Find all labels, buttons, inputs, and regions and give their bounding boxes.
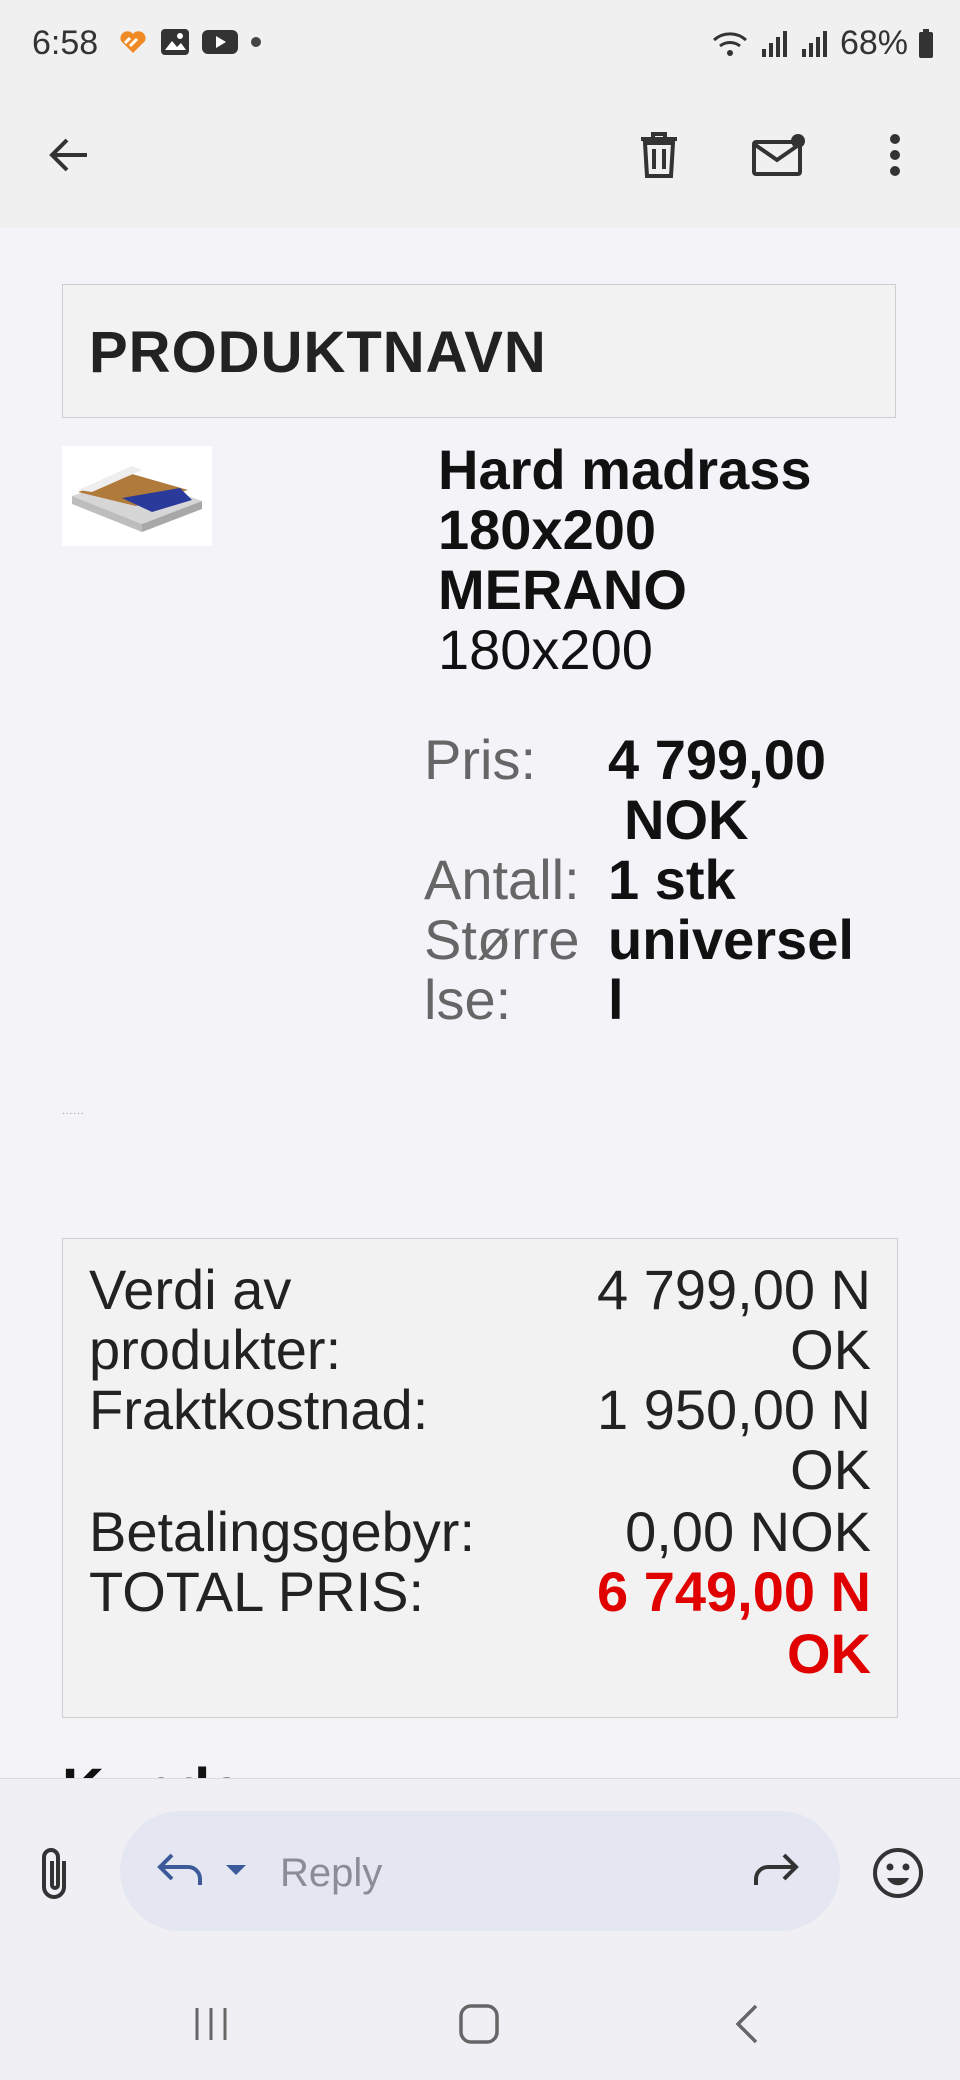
attach-icon[interactable] bbox=[34, 1843, 74, 1908]
product-name-line2: 180x200 bbox=[438, 498, 657, 561]
image-icon bbox=[161, 29, 189, 55]
signal-2-icon bbox=[801, 30, 827, 57]
reply-field[interactable]: Reply bbox=[120, 1811, 840, 1931]
next-section-heading: Kunde bbox=[62, 1756, 242, 1778]
app-bar bbox=[0, 90, 960, 228]
separator-dots: ...... bbox=[62, 1106, 85, 1117]
size-label-line1: Større bbox=[424, 908, 580, 971]
shipping-label: Fraktkostnad: bbox=[89, 1378, 429, 1441]
price-value-line2: NOK bbox=[624, 788, 749, 851]
product-name-header: PRODUKTNAVN bbox=[62, 284, 896, 418]
price-value-line1: 4 799,00 bbox=[608, 728, 826, 791]
heart-app-icon bbox=[120, 31, 146, 53]
battery-percent: 68% bbox=[839, 24, 908, 62]
payment-fee-value: 0,00 NOK bbox=[625, 1500, 871, 1563]
order-summary-box: Verdi av produkter: 4 799,00 N OK Fraktk… bbox=[62, 1238, 898, 1718]
product-name-line1: Hard madrass bbox=[438, 438, 812, 501]
reply-bar: Reply bbox=[0, 1778, 960, 1965]
back-icon[interactable] bbox=[712, 1994, 782, 2054]
shipping-value-line2: OK bbox=[790, 1438, 871, 1501]
products-value-line2: OK bbox=[790, 1318, 871, 1381]
youtube-icon bbox=[202, 30, 238, 54]
reply-placeholder: Reply bbox=[280, 1851, 383, 1895]
product-header-label: PRODUKTNAVN bbox=[89, 320, 547, 385]
emoji-icon[interactable] bbox=[872, 1847, 924, 1904]
dropdown-icon[interactable] bbox=[224, 1863, 248, 1882]
battery-icon bbox=[919, 28, 933, 58]
product-variant: 180x200 bbox=[438, 618, 653, 681]
status-time: 6:58 bbox=[32, 24, 99, 62]
products-label-line2: produkter: bbox=[89, 1318, 342, 1381]
notification-icons bbox=[118, 28, 262, 56]
forward-icon[interactable] bbox=[752, 1849, 802, 1894]
quantity-label: Antall: bbox=[424, 848, 580, 911]
payment-fee-label: Betalingsgebyr: bbox=[89, 1500, 476, 1563]
more-vert-icon[interactable] bbox=[860, 120, 930, 190]
status-right: 68% bbox=[710, 24, 934, 63]
total-price-value-line2: OK bbox=[787, 1622, 871, 1685]
quantity-value: 1 stk bbox=[608, 848, 736, 911]
system-nav-bar bbox=[0, 1964, 960, 2080]
trash-icon[interactable] bbox=[624, 120, 694, 190]
more-notifications-dot-icon bbox=[251, 37, 261, 47]
status-bar: 6:58 68% bbox=[0, 0, 960, 90]
reply-icon[interactable] bbox=[154, 1849, 204, 1894]
products-label-line1: Verdi av bbox=[89, 1258, 292, 1321]
back-arrow-icon[interactable] bbox=[34, 120, 104, 190]
shipping-value-line1: 1 950,00 N bbox=[597, 1378, 871, 1441]
mark-unread-icon[interactable] bbox=[744, 120, 814, 190]
email-body: PRODUKTNAVN Hard madrass 180x200 MERANO … bbox=[0, 228, 960, 1778]
total-price-label: TOTAL PRIS: bbox=[89, 1560, 425, 1623]
product-thumbnail[interactable] bbox=[62, 446, 212, 546]
size-value-line1: universel bbox=[608, 908, 854, 971]
signal-1-icon bbox=[761, 30, 787, 57]
product-name: Hard madrass 180x200 MERANO 180x200 bbox=[438, 440, 858, 680]
size-label-line2: lse: bbox=[424, 968, 512, 1031]
price-label: Pris: bbox=[424, 728, 536, 791]
product-name-line3: MERANO bbox=[438, 558, 687, 621]
wifi-calling-icon bbox=[712, 31, 747, 56]
home-icon[interactable] bbox=[444, 1994, 514, 2054]
total-price-value-line1: 6 749,00 N bbox=[597, 1560, 871, 1623]
products-value-line1: 4 799,00 N bbox=[597, 1258, 871, 1321]
size-value-line2: l bbox=[608, 968, 624, 1031]
recents-icon[interactable] bbox=[176, 1994, 246, 2054]
